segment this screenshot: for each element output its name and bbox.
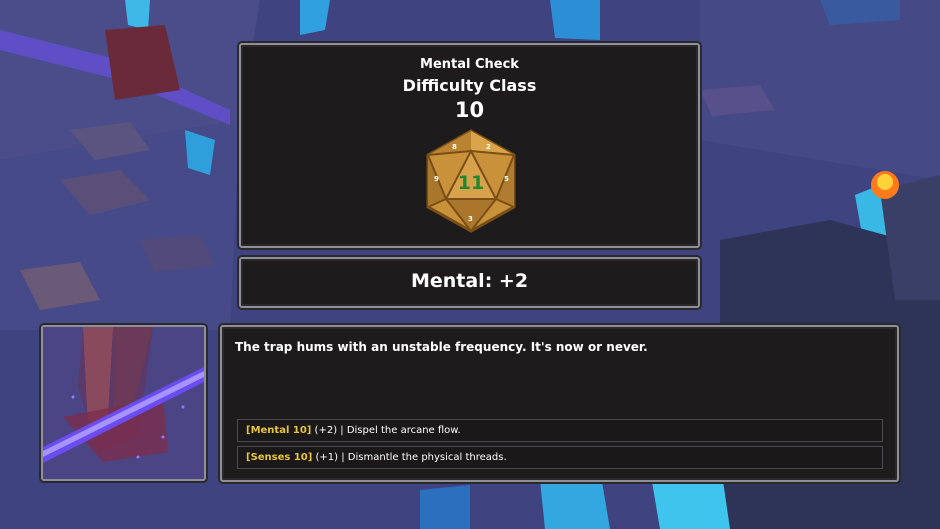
dialog-option-senses[interactable]: [Senses 10] (+1) | Dismantle the physica…	[237, 446, 883, 469]
option-bonus: (+1)	[315, 452, 339, 463]
modifier-panel: Mental: +2	[239, 257, 700, 308]
dialog-option-mental[interactable]: [Mental 10] (+2) | Dispel the arcane flo…	[237, 419, 883, 442]
option-text: | Dispel the arcane flow.	[340, 425, 461, 436]
skill-check-panel: Mental Check Difficulty Class 10 8 2 9 5…	[239, 43, 700, 248]
svg-text:2: 2	[486, 143, 491, 151]
svg-text:9: 9	[434, 175, 439, 183]
svg-text:8: 8	[452, 143, 457, 151]
difficulty-class-label: Difficulty Class	[402, 76, 537, 95]
option-text: | Dismantle the physical threads.	[341, 452, 507, 463]
arcane-trap-portrait	[43, 327, 204, 479]
modifier-text: Mental: +2	[410, 270, 529, 292]
option-skill-tag: [Senses 10]	[246, 452, 313, 463]
dialog-panel: The trap hums with an unstable frequency…	[220, 325, 899, 482]
difficulty-class-value: 10	[454, 98, 485, 122]
d20-die-icon: 8 2 9 5 3 11	[426, 129, 516, 233]
svg-text:3: 3	[468, 215, 473, 223]
die-result-value: 11	[458, 172, 484, 194]
svg-text:5: 5	[504, 175, 509, 183]
check-title: Mental Check	[420, 57, 519, 72]
dialog-text: The trap hums with an unstable frequency…	[235, 340, 648, 354]
portrait-panel	[41, 325, 206, 481]
option-bonus: (+2)	[314, 425, 338, 436]
option-skill-tag: [Mental 10]	[246, 425, 312, 436]
